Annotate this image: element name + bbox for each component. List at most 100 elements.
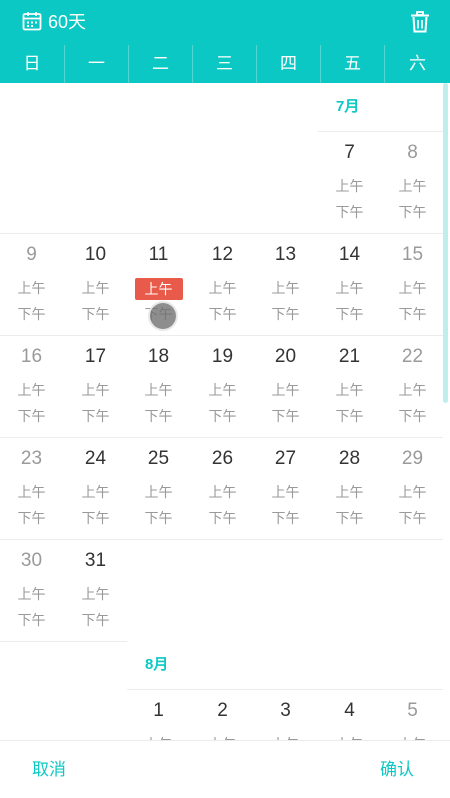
am-slot[interactable]: 上午 [262, 482, 310, 502]
pm-slot[interactable]: 下午 [8, 406, 56, 426]
am-slot[interactable]: 上午 [199, 278, 247, 298]
am-slot[interactable]: 上午 [326, 380, 374, 400]
am-slot[interactable]: 上午 [8, 380, 56, 400]
day-cell[interactable]: 22 上午 下午 [381, 335, 444, 437]
day-number: 21 [338, 346, 361, 367]
am-slot[interactable]: 上午 [326, 482, 374, 502]
day-cell[interactable]: 25 上午下午 [127, 437, 190, 539]
pm-slot[interactable]: 下午 [8, 610, 56, 630]
day-cell[interactable]: 16 上午 下午 [0, 335, 63, 437]
calendar-scroll-area[interactable]: 7月7上午下午8上午下午9上午下午10上午下午11上午下午12上午下午13上午下… [0, 83, 450, 740]
day-number: 27 [274, 448, 297, 469]
day-cell[interactable]: 10 上午 下午 [64, 233, 127, 335]
pm-slot[interactable]: 下午 [389, 304, 437, 324]
pm-slot[interactable]: 下午 [199, 406, 247, 426]
am-slot[interactable]: 上午 [134, 278, 183, 300]
pm-slot[interactable]: 下午 [135, 406, 183, 426]
pm-slot[interactable]: 下午 [389, 202, 437, 222]
am-slot[interactable]: 上午 [8, 278, 56, 298]
pm-slot[interactable]: 下午 [262, 304, 310, 324]
day-number: 31 [84, 550, 107, 571]
pm-slot[interactable]: 下午 [326, 508, 374, 528]
am-slot[interactable]: 上午 [72, 380, 120, 400]
day-cell[interactable]: 23 上午 下午 [0, 437, 63, 539]
day-cell[interactable]: 29 上午 下午 [381, 437, 444, 539]
pm-slot[interactable]: 下午 [72, 304, 120, 324]
day-number: 11 [148, 244, 169, 265]
weekday-label: 日 [23, 54, 41, 73]
pm-slot[interactable]: 下午 [8, 508, 56, 528]
pm-slot[interactable]: 下午 [72, 508, 120, 528]
pm-slot[interactable]: 下午 [262, 406, 310, 426]
trash-icon[interactable] [410, 11, 430, 33]
day-cell[interactable]: 8 上午 下午 [381, 131, 444, 233]
day-number: 15 [401, 244, 424, 265]
am-slot[interactable]: 上午 [389, 176, 437, 196]
am-slot[interactable]: 上午 [8, 482, 56, 502]
day-cell[interactable]: 9 上午下午 [0, 233, 63, 335]
pm-slot[interactable]: 下午 [72, 406, 120, 426]
day-number: 5 [407, 700, 418, 721]
day-cell[interactable]: 15 上午下午 [381, 233, 444, 335]
day-number: 4 [344, 700, 355, 721]
am-slot[interactable]: 上午 [199, 482, 247, 502]
am-slot[interactable]: 上午 [262, 380, 310, 400]
day-number: 13 [274, 244, 297, 265]
weekday-label: 四 [256, 45, 320, 83]
day-cell[interactable]: 14 上午 下午 [318, 233, 381, 335]
pm-slot[interactable]: 下午 [326, 202, 374, 222]
am-slot[interactable]: 上午 [72, 482, 120, 502]
am-slot[interactable]: 上午 [135, 380, 183, 400]
am-slot[interactable]: 上午 [135, 482, 183, 502]
pm-slot[interactable]: 下午 [389, 406, 437, 426]
day-cell[interactable]: 26 上午 下午 [191, 437, 254, 539]
pm-slot[interactable]: 下午 [199, 508, 247, 528]
pm-slot[interactable]: 下午 [199, 304, 247, 324]
am-slot[interactable]: 上午 [72, 278, 120, 298]
day-cell[interactable]: 13 上午下午 [254, 233, 317, 335]
pm-slot[interactable]: 下午 [262, 508, 310, 528]
day-cell[interactable]: 30 上午下午 [0, 539, 63, 641]
am-slot[interactable]: 上午 [262, 278, 310, 298]
day-number: 9 [26, 244, 37, 265]
pm-slot[interactable]: 下午 [389, 508, 437, 528]
am-slot[interactable]: 上午 [326, 278, 374, 298]
day-cell[interactable]: 4上午下午 [318, 689, 381, 740]
day-cell[interactable]: 12 上午 下午 [191, 233, 254, 335]
day-cell[interactable]: 19 上午下午 [191, 335, 254, 437]
am-slot[interactable]: 上午 [326, 176, 374, 196]
am-slot[interactable]: 上午 [389, 482, 437, 502]
pm-slot[interactable]: 下午 [326, 304, 374, 324]
am-slot[interactable]: 上午 [389, 380, 437, 400]
am-slot[interactable]: 上午 [199, 380, 247, 400]
day-cell[interactable]: 2上午下午 [191, 689, 254, 740]
day-cell[interactable]: 3上午下午 [254, 689, 317, 740]
day-number: 30 [20, 550, 43, 571]
day-cell[interactable]: 5上午下午 [381, 689, 444, 740]
day-cell[interactable]: 21 上午下午 [318, 335, 381, 437]
day-cell[interactable]: 24 上午 下午 [64, 437, 127, 539]
am-slot[interactable]: 上午 [72, 584, 120, 604]
day-cell[interactable]: 31 上午下午 [64, 539, 127, 641]
pm-slot[interactable]: 下午 [8, 304, 56, 324]
day-number: 18 [147, 346, 170, 367]
day-number: 25 [147, 448, 170, 469]
day-cell[interactable]: 28 上午 下午 [318, 437, 381, 539]
confirm-button[interactable]: 确认 [380, 759, 414, 781]
day-cell[interactable]: 18 上午下午 [127, 335, 190, 437]
day-cell[interactable]: 17 上午下午 [64, 335, 127, 437]
day-cell[interactable]: 1上午下午 [127, 689, 190, 740]
am-slot[interactable]: 上午 [389, 278, 437, 298]
pm-slot[interactable]: 下午 [135, 508, 183, 528]
day-cell[interactable]: 20 上午 下午 [254, 335, 317, 437]
day-number: 19 [211, 346, 234, 367]
day-number: 17 [84, 346, 107, 367]
cancel-button[interactable]: 取消 [32, 759, 66, 781]
weekday-label: 六 [384, 45, 450, 83]
pm-slot[interactable]: 下午 [326, 406, 374, 426]
day-cell[interactable]: 27 上午下午 [254, 437, 317, 539]
touch-indicator [150, 303, 176, 329]
pm-slot[interactable]: 下午 [72, 610, 120, 630]
day-cell[interactable]: 7 上午 下午 [318, 131, 381, 233]
am-slot[interactable]: 上午 [8, 584, 56, 604]
